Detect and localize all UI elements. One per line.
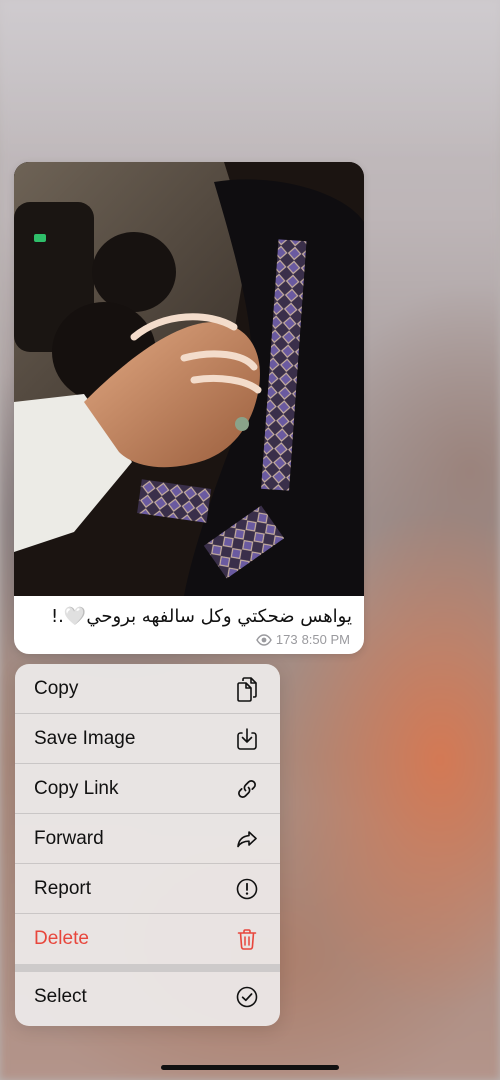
menu-item-save-image[interactable]: Save Image [15,714,280,764]
message-caption: يواهس ضحكتي وكل سالفهه بروحي🤍.! [50,606,352,627]
menu-item-label: Copy Link [34,777,119,799]
menu-item-forward[interactable]: Forward [15,814,280,864]
copy-icon [234,676,260,702]
message-bubble[interactable]: يواهس ضحكتي وكل سالفهه بروحي🤍.! 173 8:50… [14,162,364,654]
menu-item-label: Select [34,986,87,1007]
menu-item-delete[interactable]: Delete [15,914,280,964]
forward-icon [234,826,260,852]
trash-icon [234,926,260,952]
menu-item-report[interactable]: Report [15,864,280,914]
save-image-icon [234,726,260,752]
menu-item-label: Report [34,877,92,899]
menu-item-select[interactable]: Select [15,972,280,1022]
menu-item-label: Forward [34,827,104,849]
report-icon [234,876,260,902]
menu-item-label: Delete [34,928,89,949]
message-meta: 173 8:50 PM [256,632,350,647]
message-photo[interactable] [14,162,364,596]
screen: يواهس ضحكتي وكل سالفهه بروحي🤍.! 173 8:50… [0,0,500,1080]
views-icon [256,633,272,646]
menu-item-label: Save Image [34,727,136,749]
background-glow [0,0,500,160]
checkmark-circle-icon [234,984,260,1010]
menu-separator [15,964,280,972]
message-time: 8:50 PM [301,632,350,647]
home-indicator[interactable] [161,1065,339,1070]
link-icon [234,776,260,802]
menu-item-copy-link[interactable]: Copy Link [15,764,280,814]
menu-item-copy[interactable]: Copy [15,664,280,714]
menu-item-label: Copy [34,677,79,699]
photo-illustration [14,162,364,596]
views-count: 173 [275,632,298,647]
context-menu: Copy Save Image Copy Link Forward Report… [15,664,280,1026]
